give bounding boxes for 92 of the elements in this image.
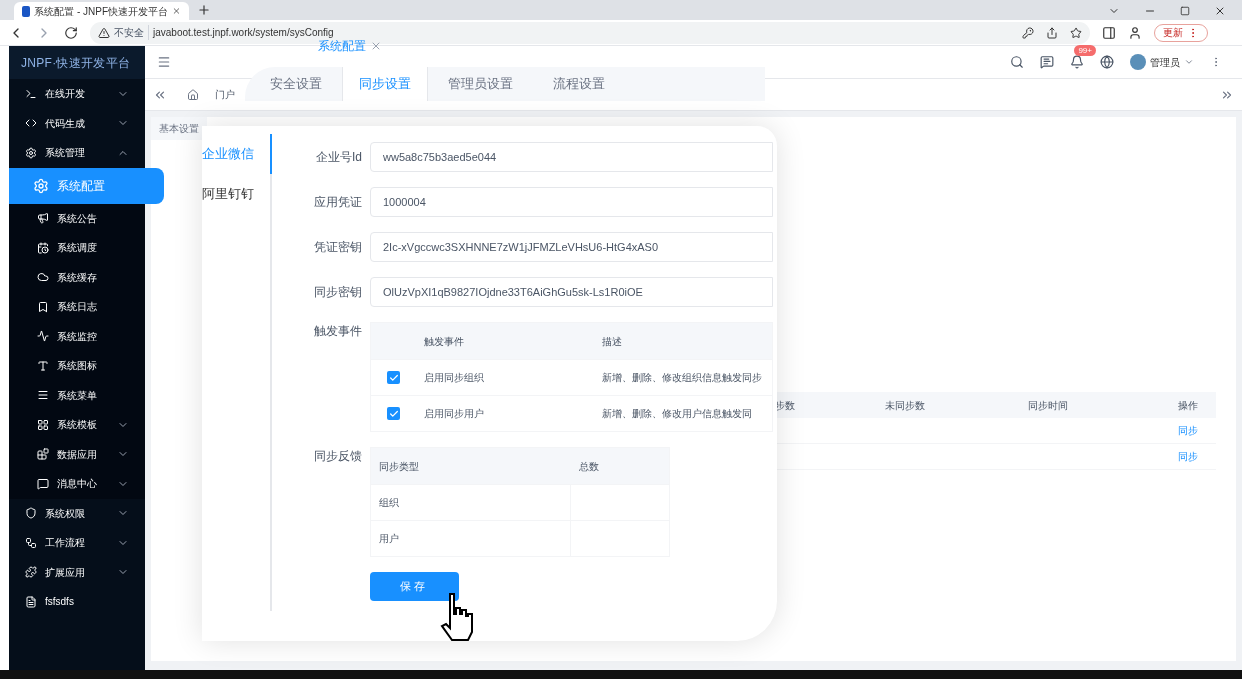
close-window-icon[interactable] [1214,5,1226,17]
settings-tab[interactable]: 安全设置 [250,67,342,101]
sidebar-subitem[interactable]: 系统调度 [9,233,145,263]
text-field[interactable]: ww5a8c75b3aed5e044 [370,142,773,172]
user-menu[interactable]: 管理员 [1130,54,1194,70]
table-cell-text: 启用同步用户 [423,407,485,421]
table-cell: 用户 [371,521,571,556]
favicon-icon [22,5,31,17]
text-field[interactable]: 2Ic-xVgccwc3SXHNNE7zW1jJFMZLeVHsU6-HtG4xAS0 [370,232,773,262]
sidebar-item[interactable]: fsfsdfs [9,587,145,617]
column-header: 同步时间 [1027,398,1069,413]
menu-item-icon [25,536,37,549]
checkbox[interactable] [387,371,400,384]
profile-icon[interactable] [1128,25,1142,40]
message-icon[interactable] [1040,55,1054,69]
menu-item-icon [37,477,49,490]
settings-tab[interactable]: 管理员设置 [428,67,533,101]
menu-item-icon [37,241,49,254]
column-header: 触发事件 [423,334,465,349]
field-label: 触发事件 [313,323,362,340]
sidebar-item[interactable]: 工作流程 [9,528,145,558]
close-icon[interactable] [370,40,382,52]
sidebar-subitem[interactable]: 系统菜单 [9,380,145,410]
menu-item-icon [25,146,37,159]
sidebar-subitem[interactable]: 系统图标 [9,351,145,381]
star-icon[interactable] [1070,26,1082,39]
field-label: 应用凭证 [313,194,362,211]
restore-icon[interactable] [1180,6,1190,16]
column-header: 操作 [1177,398,1199,413]
sidebar-subitem[interactable]: 系统缓存 [9,262,145,292]
page-tab[interactable]: 门户 [211,87,239,102]
sidebar-item[interactable]: 系统权限 [9,498,145,528]
home-icon[interactable] [187,88,199,101]
table-cell-text: 新增、删除、修改用户信息触发同 [601,407,753,421]
menu-item-icon [37,300,49,313]
sidebar-subitem[interactable]: 消息中心 [9,469,145,499]
warning-icon [98,26,110,39]
field-label: 同步密钥 [313,284,362,301]
section-label: 基本设置 [151,117,207,140]
column-header: 未同步数 [884,398,926,413]
avatar [1130,54,1146,70]
side-panel-icon[interactable] [1102,25,1116,40]
search-icon[interactable] [1010,55,1024,69]
url-text: javaboot.test.jnpf.work/system/sysConfig [153,26,334,40]
sidebar-item[interactable]: 代码生成 [9,108,145,138]
column-header: 描述 [601,334,623,349]
key-icon[interactable] [1022,26,1034,39]
table-cell-text: 新增、删除、修改组织信息触发同步 [601,371,763,385]
table-cell: 组织 [371,485,571,520]
menu-item-icon [37,359,49,372]
security-label: 不安全 [114,25,149,40]
column-header: 同步类型 [378,459,420,474]
side-menu-item[interactable]: 阿里钉钉 [202,174,270,214]
field-label: 同步反馈 [313,448,362,465]
sidebar-subitem[interactable]: 系统公告 [9,203,145,233]
menu-icon[interactable] [157,55,171,69]
sidebar-item[interactable]: 在线开发 [9,79,145,109]
language-icon[interactable] [1100,55,1114,69]
share-icon[interactable] [1046,26,1058,39]
sidebar-item[interactable]: 扩展应用 [9,557,145,587]
menu-item-icon [25,87,37,100]
menu-item-icon [25,566,37,579]
checkbox[interactable] [387,407,400,420]
sidebar-subitem[interactable]: 系统监控 [9,321,145,351]
sidebar-subitem[interactable]: 系统日志 [9,292,145,322]
menu-item-icon [25,507,37,520]
reload-icon[interactable] [64,25,78,40]
new-tab-icon[interactable] [197,3,211,17]
menu-item-icon [37,271,49,284]
settings-tab[interactable]: 流程设置 [533,67,625,101]
menu-item-icon [37,389,49,402]
chevron-down-icon [1184,57,1194,67]
sidebar-subitem[interactable]: 系统模板 [9,410,145,440]
text-field[interactable]: OlUzVpXI1qB9827IOjdne33T6AiGhGu5sk-Ls1R0iOE [370,277,773,307]
logo-text: JNPF·快速开发平台 [21,54,131,72]
menu-item-icon [37,212,49,225]
column-header: 总数 [578,459,600,474]
notification-badge: 99+ [1074,45,1096,56]
field-label: 企业号Id [315,149,362,166]
menu-item-icon [25,595,37,608]
text-field[interactable]: 1000004 [370,187,773,217]
sidebar-item[interactable]: 系统管理 [9,138,145,168]
field-label: 凭证密钥 [313,239,362,256]
sidebar-subitem[interactable]: 数据应用 [9,439,145,469]
menu-item-icon [37,448,49,461]
browser-tab[interactable]: 系统配置 - JNPF快速开发平台 [14,2,189,20]
table-cell-text: 启用同步组织 [423,371,485,385]
bell-icon[interactable] [1070,55,1084,69]
tab-title: 系统配置 - JNPF快速开发平台 [34,4,169,19]
menu-item-icon [33,177,49,194]
menu-item-icon [37,330,49,343]
menu-item-icon [37,418,49,431]
